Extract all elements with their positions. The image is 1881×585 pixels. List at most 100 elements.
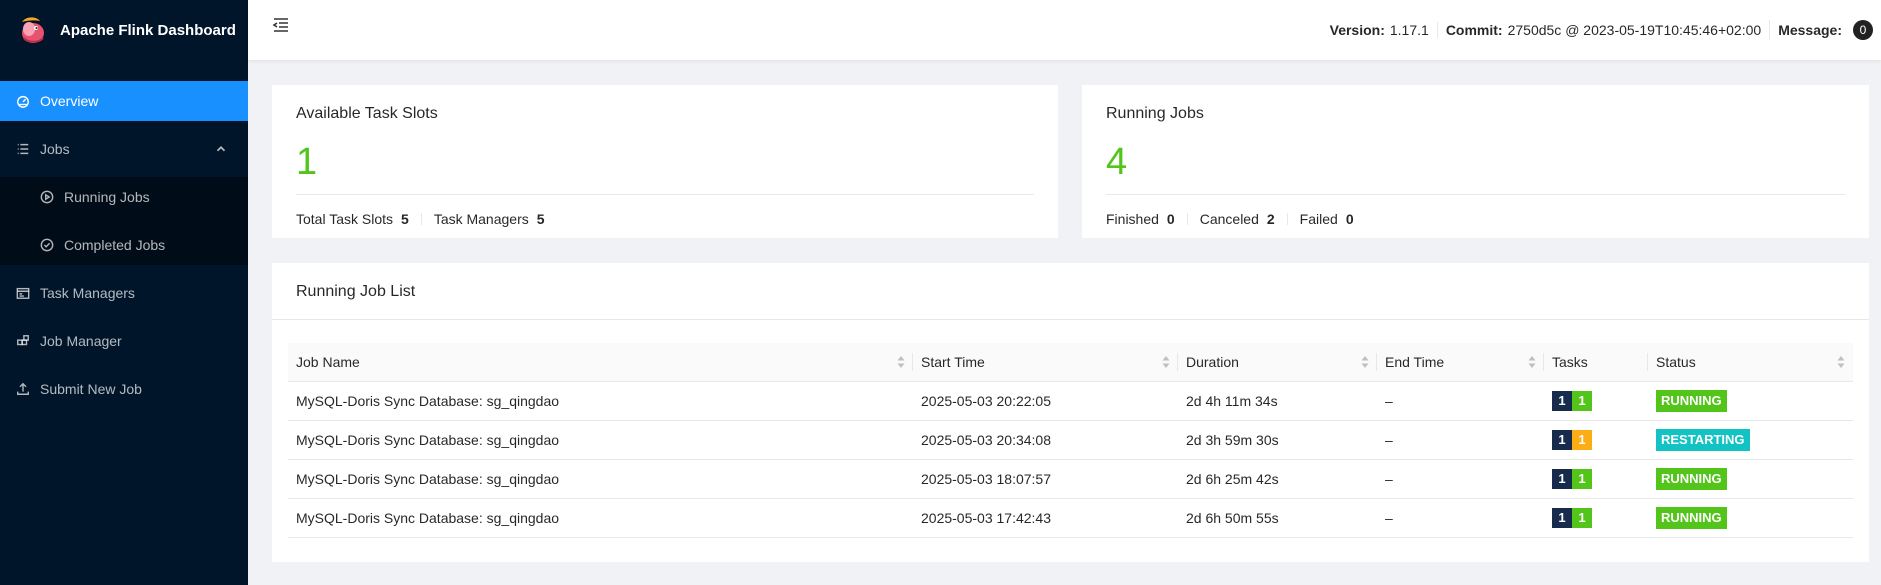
upload-icon — [16, 382, 30, 396]
flink-logo-icon — [22, 17, 44, 43]
header: Version: 1.17.1 Commit: 2750d5c @ 2023-0… — [248, 0, 1881, 60]
status-cell: RUNNING — [1648, 459, 1853, 499]
start-time-cell: 2025-05-03 20:22:05 — [913, 381, 1178, 421]
column-header-label: End Time — [1385, 353, 1445, 370]
job-name-cell: MySQL-Doris Sync Database: sg_qingdao — [288, 459, 913, 499]
status-cell: RESTARTING — [1648, 420, 1853, 460]
end-time-cell: – — [1377, 381, 1544, 421]
sidebar-item-label: Job Manager — [40, 333, 122, 349]
column-header-job-name[interactable]: Job Name — [288, 343, 913, 382]
sidebar-item-label: Submit New Job — [40, 381, 142, 397]
sidebar-item-job-manager[interactable]: Job Manager — [0, 321, 248, 361]
table-row[interactable]: MySQL-Doris Sync Database: sg_qingdao 202… — [288, 420, 1853, 460]
message-count-badge[interactable]: 0 — [1853, 20, 1873, 40]
message-label: Message: — [1778, 22, 1842, 38]
duration: 2d 6h 50m 55s — [1186, 509, 1279, 526]
end-time: – — [1385, 431, 1393, 448]
total-task-slots-stat: Total Task Slots 5 — [296, 211, 409, 227]
table-row[interactable]: MySQL-Doris Sync Database: sg_qingdao 202… — [288, 459, 1853, 499]
task-count-badge: 1 — [1572, 390, 1592, 411]
column-header-label: Duration — [1186, 353, 1239, 370]
duration-cell: 2d 3h 59m 30s — [1178, 420, 1377, 460]
canceled-stat: Canceled 2 — [1200, 211, 1275, 227]
job-name: MySQL-Doris Sync Database: sg_qingdao — [296, 392, 560, 409]
jobs-submenu: Running Jobs Completed Jobs — [0, 177, 248, 265]
sidebar-item-jobs[interactable]: Jobs — [0, 129, 248, 169]
message-info[interactable]: Message: 0 — [1769, 20, 1881, 40]
sidebar-item-running-jobs[interactable]: Running Jobs — [0, 177, 248, 217]
start-time-cell: 2025-05-03 18:07:57 — [913, 459, 1178, 499]
sidebar-item-task-managers[interactable]: Task Managers — [0, 273, 248, 313]
task-count-badge: 1 — [1552, 429, 1572, 450]
build-icon — [16, 334, 30, 348]
task-count-badge: 1 — [1552, 507, 1572, 528]
duration: 2d 4h 11m 34s — [1186, 392, 1278, 409]
end-time-cell: – — [1377, 498, 1544, 538]
commit-label: Commit: — [1445, 22, 1503, 38]
stat-label: Canceled — [1199, 211, 1259, 227]
sort-icon[interactable] — [1837, 355, 1845, 369]
job-name: MySQL-Doris Sync Database: sg_qingdao — [296, 431, 560, 448]
stat-value: 0 — [1166, 211, 1175, 227]
stat-value: 0 — [1345, 211, 1354, 227]
column-header-status[interactable]: Status — [1648, 343, 1853, 382]
list-icon — [16, 142, 30, 156]
sort-icon[interactable] — [1528, 355, 1536, 369]
end-time: – — [1385, 509, 1393, 526]
card-title: Running Jobs — [1106, 105, 1204, 122]
divider — [1286, 213, 1288, 225]
sidebar-item-submit-new-job[interactable]: Submit New Job — [0, 369, 248, 409]
logo[interactable]: Apache Flink Dashboard — [0, 0, 248, 60]
stat-value: 2 — [1266, 211, 1275, 227]
app-title: Apache Flink Dashboard — [60, 21, 236, 39]
divider — [1106, 194, 1845, 195]
column-header-label: Status — [1656, 353, 1696, 370]
column-header-duration[interactable]: Duration — [1178, 343, 1377, 382]
duration: 2d 3h 59m 30s — [1186, 431, 1279, 448]
version-value: 1.17.1 — [1389, 22, 1429, 38]
sidebar-item-overview[interactable]: Overview — [0, 81, 248, 121]
schedule-icon — [16, 286, 30, 300]
tasks-cell: 11 — [1544, 381, 1648, 421]
duration-cell: 2d 6h 25m 42s — [1178, 459, 1377, 499]
stat-label: Finished — [1106, 211, 1159, 227]
job-name: MySQL-Doris Sync Database: sg_qingdao — [296, 509, 560, 526]
status-badge: RESTARTING — [1656, 428, 1750, 451]
end-time: – — [1385, 470, 1393, 487]
column-header-start-time[interactable]: Start Time — [913, 343, 1178, 382]
column-header-end-time[interactable]: End Time — [1377, 343, 1544, 382]
divider — [420, 213, 422, 225]
status-cell: RUNNING — [1648, 498, 1853, 538]
chevron-up-icon[interactable] — [214, 142, 228, 156]
sort-icon[interactable] — [897, 355, 905, 369]
job-name-cell: MySQL-Doris Sync Database: sg_qingdao — [288, 381, 913, 421]
start-time: 2025-05-03 17:42:43 — [921, 509, 1051, 526]
start-time: 2025-05-03 20:22:05 — [921, 392, 1051, 409]
table-row[interactable]: MySQL-Doris Sync Database: sg_qingdao 202… — [288, 381, 1853, 421]
status-badge: RUNNING — [1656, 467, 1727, 490]
available-slots-value: 1 — [296, 141, 318, 183]
column-header-label: Job Name — [296, 353, 360, 370]
duration: 2d 6h 25m 42s — [1186, 470, 1279, 487]
menu-fold-icon[interactable] — [272, 16, 290, 34]
table-row[interactable]: MySQL-Doris Sync Database: sg_qingdao 202… — [288, 498, 1853, 538]
task-count-badge: 1 — [1552, 390, 1572, 411]
stat-label: Total Task Slots — [296, 211, 394, 227]
start-time-cell: 2025-05-03 20:34:08 — [913, 420, 1178, 460]
start-time: 2025-05-03 20:34:08 — [921, 431, 1051, 448]
sidebar-item-label: Overview — [40, 93, 99, 109]
sort-icon[interactable] — [1361, 355, 1369, 369]
status-badge: RUNNING — [1656, 506, 1727, 529]
end-time-cell: – — [1377, 459, 1544, 499]
sidebar-item-completed-jobs[interactable]: Completed Jobs — [0, 225, 248, 265]
sidebar-item-label: Task Managers — [40, 285, 135, 301]
tasks-cell: 11 — [1544, 498, 1648, 538]
job-name-cell: MySQL-Doris Sync Database: sg_qingdao — [288, 498, 913, 538]
sidebar-item-label: Jobs — [40, 141, 70, 157]
duration-cell: 2d 4h 11m 34s — [1178, 381, 1377, 421]
sidebar-item-label: Completed Jobs — [64, 237, 166, 253]
task-count-badge: 1 — [1572, 507, 1592, 528]
task-managers-stat: Task Managers 5 — [434, 211, 545, 227]
sort-icon[interactable] — [1162, 355, 1170, 369]
start-time-cell: 2025-05-03 17:42:43 — [913, 498, 1178, 538]
